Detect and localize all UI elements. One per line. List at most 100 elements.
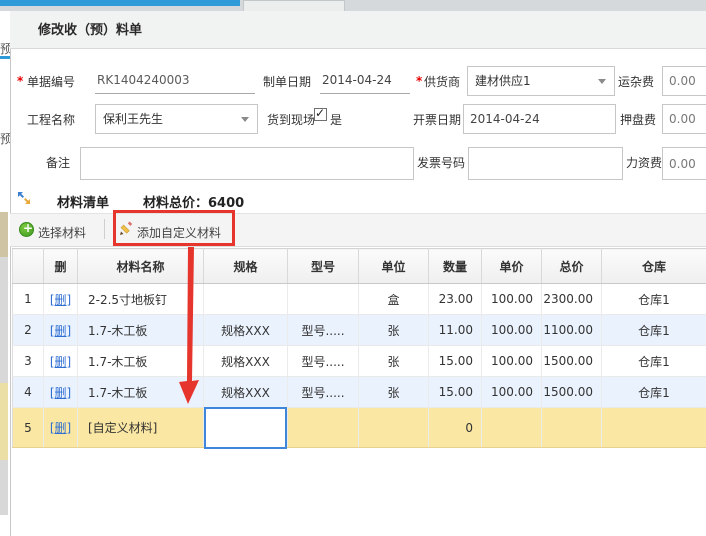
delivered-check-label: 是 [330,112,342,128]
labor-fee-input[interactable] [662,147,706,180]
model: 型号..... [288,346,359,377]
toolbar-divider [104,219,105,239]
delete-link[interactable]: [删] [50,293,71,307]
quantity: 15.00 [429,377,482,408]
col-spec: 规格 [204,249,288,284]
remark-label: 备注 [46,155,70,171]
order-date-label: 制单日期 [263,74,311,90]
total-price: 2300.00 [542,284,602,315]
col-unit: 单位 [359,249,429,284]
invoice-no-label: 发票号码 [417,155,465,171]
quantity: 23.00 [429,284,482,315]
background-active-tab-bar [0,0,240,6]
required-asterisk: * [17,74,23,88]
spec: 规格XXX [204,346,288,377]
warehouse [602,408,706,448]
remark-input[interactable] [80,147,414,180]
warehouse: 仓库1 [602,346,706,377]
background-scrollbar [0,212,8,515]
background-tab-text: 预 [0,40,10,57]
table-row: 3 [删] 1.7-木工板 规格XXX 型号..... 张 15.00 100.… [13,346,706,377]
project-value: 保利王先生 [103,112,163,126]
project-dropdown[interactable]: 保利王先生 [95,104,258,134]
invoice-date-input[interactable] [463,104,616,134]
material-total-price: 材料总价：6400 [143,192,244,211]
total-price [542,408,602,448]
model: 型号..... [288,315,359,346]
background-row-fragment [0,212,8,257]
add-plus-icon [19,222,34,237]
labor-fee-label: 力资费 [626,155,662,171]
background-tab-text: 预 [0,130,10,147]
quantity: 11.00 [429,315,482,346]
delivered-checkbox[interactable] [314,108,327,121]
row-number: 2 [13,315,44,346]
spec [204,284,288,315]
material-name: 1.7-木工板 [78,346,204,377]
custom-material-spec-input[interactable] [204,407,287,449]
doc-no-label: 单据编号 [27,74,75,90]
table-header-row: 删 材料名称 规格 型号 单位 数量 单价 总价 仓库 [13,249,706,284]
material-name: 1.7-木工板 [78,377,204,408]
col-model: 型号 [288,249,359,284]
model [288,408,359,448]
table-row: 4 [删] 1.7-木工板 规格XXX 型号..... 张 15.00 100.… [13,377,706,408]
supplier-value: 建材供应1 [475,74,531,88]
total-price: 1500.00 [542,346,602,377]
col-qty: 数量 [429,249,482,284]
model [288,284,359,315]
row-number: 4 [13,377,44,408]
warehouse: 仓库1 [602,377,706,408]
freight-fee-input[interactable] [662,66,706,96]
table-row: 2 [删] 1.7-木工板 规格XXX 型号..... 张 11.00 100.… [13,315,706,346]
unit-price: 100.00 [482,346,542,377]
expand-arrows-icon [17,191,31,205]
model: 型号..... [288,377,359,408]
freight-fee-label: 运杂费 [618,74,654,90]
unit: 张 [359,377,429,408]
unit-price: 100.00 [482,377,542,408]
dialog-titlebar: 修改收（预）料单 [10,11,706,49]
quantity: 15.00 [429,346,482,377]
select-material-button[interactable]: 选择材料 [38,224,86,241]
warehouse: 仓库1 [602,284,706,315]
total-price: 1500.00 [542,377,602,408]
invoice-date-label: 开票日期 [413,112,461,128]
material-name: 2-2.5寸地板钉 [78,284,204,315]
spec: 规格XXX [204,315,288,346]
background-left-edge: 预 预 [0,11,10,536]
quantity: 0 [429,408,482,448]
delete-link[interactable]: [删] [50,324,71,338]
supplier-dropdown[interactable]: 建材供应1 [467,66,615,96]
material-name: [自定义材料] [78,408,204,448]
pallet-fee-label: 押盘费 [620,112,656,128]
invoice-no-input[interactable] [468,147,623,180]
chevron-down-icon [598,79,606,84]
required-asterisk: * [416,74,422,88]
col-material-name: 材料名称 [78,249,204,284]
total-price: 1100.00 [542,315,602,346]
doc-no-input[interactable] [95,66,255,94]
supplier-label: 供货商 [424,74,460,90]
annotation-rectangle [113,210,235,246]
material-name: 1.7-木工板 [78,315,204,346]
unit: 张 [359,315,429,346]
order-date-input[interactable] [320,66,410,94]
unit-price [482,408,542,448]
row-number: 5 [13,408,44,448]
unit: 盒 [359,284,429,315]
dialog-title: 修改收（预）料单 [38,23,142,38]
delete-link[interactable]: [删] [50,386,71,400]
col-rownum [13,249,44,284]
col-delete: 删 [44,249,78,284]
col-total: 总价 [542,249,602,284]
material-list-title: 材料清单 [57,192,109,211]
delete-link[interactable]: [删] [50,355,71,369]
delete-link[interactable]: [删] [50,421,71,435]
row-number: 3 [13,346,44,377]
unit-price: 100.00 [482,284,542,315]
chevron-down-icon [241,117,249,122]
pallet-fee-input[interactable] [662,104,706,134]
project-label: 工程名称 [27,112,75,128]
col-price: 单价 [482,249,542,284]
